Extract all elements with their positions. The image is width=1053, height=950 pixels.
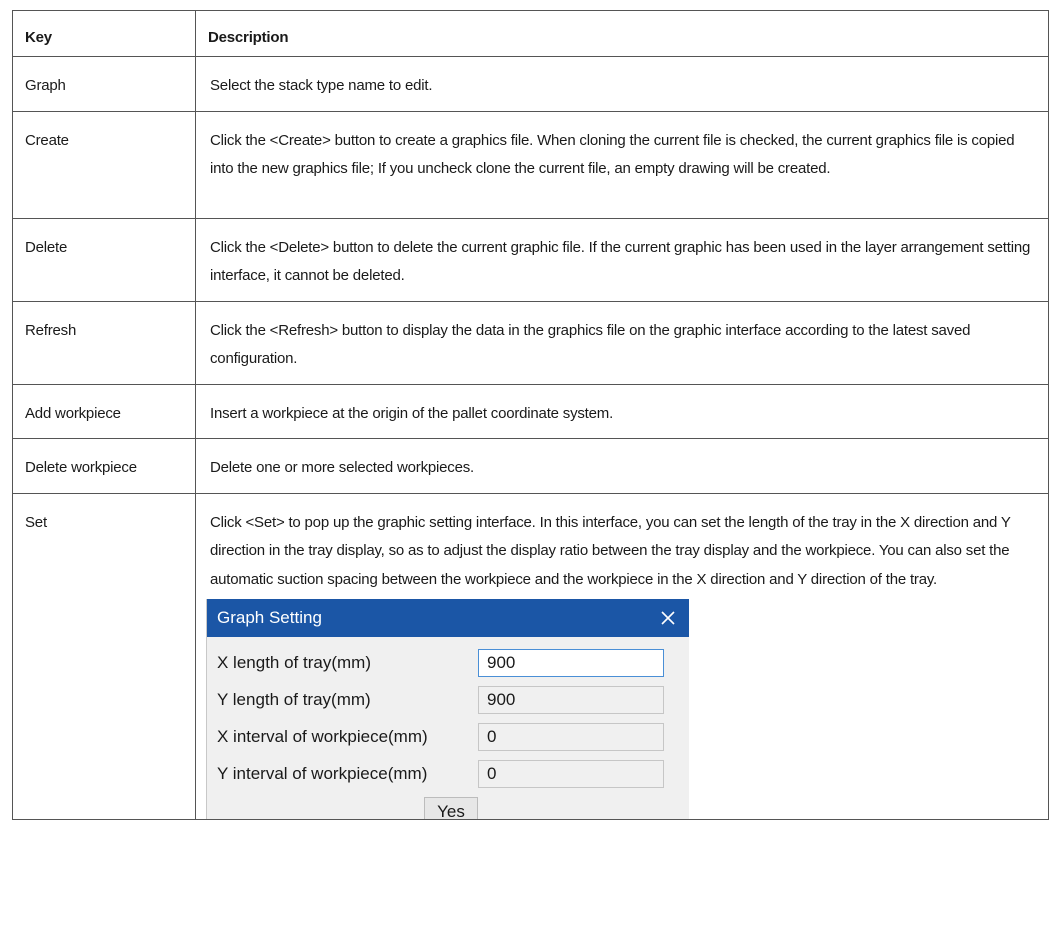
close-icon[interactable] bbox=[657, 599, 679, 637]
row-description: Delete one or more selected workpieces. bbox=[210, 459, 475, 476]
y-length-input[interactable]: 900 bbox=[478, 685, 664, 714]
dialog-title: Graph Setting bbox=[217, 608, 322, 627]
close-icon-glyph bbox=[661, 611, 675, 625]
description-cell: Click the <Create> button to create a gr… bbox=[195, 110, 1049, 219]
x-interval-label: X interval of workpiece(mm) bbox=[217, 726, 428, 746]
y-length-label: Y length of tray(mm) bbox=[217, 689, 371, 709]
y-interval-input[interactable]: 0 bbox=[478, 759, 664, 788]
row-key: Refresh bbox=[25, 321, 77, 339]
table-row: Graph Select the stack type name to edit… bbox=[12, 56, 1049, 112]
row-description: Select the stack type name to edit. bbox=[210, 77, 433, 94]
dialog-title-bar: Graph Setting bbox=[207, 599, 689, 637]
header-key: Key bbox=[25, 29, 52, 46]
y-length-row: Y length of tray(mm) 900 bbox=[207, 681, 689, 718]
description-cell: Delete one or more selected workpieces. bbox=[195, 438, 1049, 494]
key-cell: Delete workpiece bbox=[12, 438, 196, 494]
description-cell: Click the <Delete> button to delete the … bbox=[195, 217, 1049, 302]
description-cell: Select the stack type name to edit. bbox=[195, 56, 1049, 112]
row-description: Click the <Create> button to create a gr… bbox=[210, 131, 1015, 178]
row-key: Add workpiece bbox=[25, 404, 121, 422]
x-length-row: X length of tray(mm) 900 bbox=[207, 644, 689, 681]
row-key: Delete workpiece bbox=[25, 459, 137, 476]
table-header-row: Key Description bbox=[12, 10, 1049, 57]
key-cell: Delete bbox=[12, 217, 196, 302]
key-cell: Set bbox=[12, 492, 196, 820]
yes-button[interactable]: Yes bbox=[424, 797, 478, 819]
key-cell: Add workpiece bbox=[12, 383, 196, 439]
graph-setting-dialog: Graph Setting X length of tray(mm) 900 Y… bbox=[206, 599, 689, 819]
row-description: Click the <Refresh> button to display th… bbox=[210, 321, 971, 368]
row-description: Insert a workpiece at the origin of the … bbox=[210, 404, 614, 422]
x-interval-input[interactable]: 0 bbox=[478, 722, 664, 751]
x-interval-row: X interval of workpiece(mm) 0 bbox=[207, 718, 689, 755]
y-interval-row: Y interval of workpiece(mm) 0 bbox=[207, 755, 689, 792]
dialog-body: X length of tray(mm) 900 Y length of tra… bbox=[207, 637, 689, 819]
row-key: Set bbox=[25, 513, 47, 531]
y-interval-label: Y interval of workpiece(mm) bbox=[217, 763, 428, 783]
table-row: Add workpiece Insert a workpiece at the … bbox=[12, 383, 1049, 439]
dialog-wrapper: Graph Setting X length of tray(mm) 900 Y… bbox=[196, 594, 1048, 819]
dialog-footer: Yes bbox=[207, 792, 689, 819]
row-key: Create bbox=[25, 131, 69, 149]
table-row: Delete Click the <Delete> button to dele… bbox=[12, 217, 1049, 302]
table-row: Set Click <Set> to pop up the graphic se… bbox=[12, 492, 1049, 820]
key-cell: Refresh bbox=[12, 300, 196, 385]
key-description-table: Key Description Graph Select the stack t… bbox=[12, 10, 1049, 820]
table-row: Delete workpiece Delete one or more sele… bbox=[12, 438, 1049, 494]
table-row: Create Click the <Create> button to crea… bbox=[12, 110, 1049, 219]
x-length-input[interactable]: 900 bbox=[478, 648, 664, 677]
header-description: Description bbox=[208, 29, 289, 46]
x-length-label: X length of tray(mm) bbox=[217, 652, 371, 672]
row-description: Click the <Delete> button to delete the … bbox=[210, 238, 1031, 285]
row-key: Delete bbox=[25, 238, 68, 256]
header-description-cell: Description bbox=[195, 10, 1049, 57]
description-cell: Click the <Refresh> button to display th… bbox=[195, 300, 1049, 385]
key-cell: Graph bbox=[12, 56, 196, 112]
row-description: Click <Set> to pop up the graphic settin… bbox=[210, 513, 1011, 588]
header-key-cell: Key bbox=[12, 10, 196, 57]
row-key: Graph bbox=[25, 77, 66, 94]
table-row: Refresh Click the <Refresh> button to di… bbox=[12, 300, 1049, 385]
key-cell: Create bbox=[12, 110, 196, 219]
description-cell: Click <Set> to pop up the graphic settin… bbox=[195, 492, 1049, 820]
description-cell: Insert a workpiece at the origin of the … bbox=[195, 383, 1049, 439]
